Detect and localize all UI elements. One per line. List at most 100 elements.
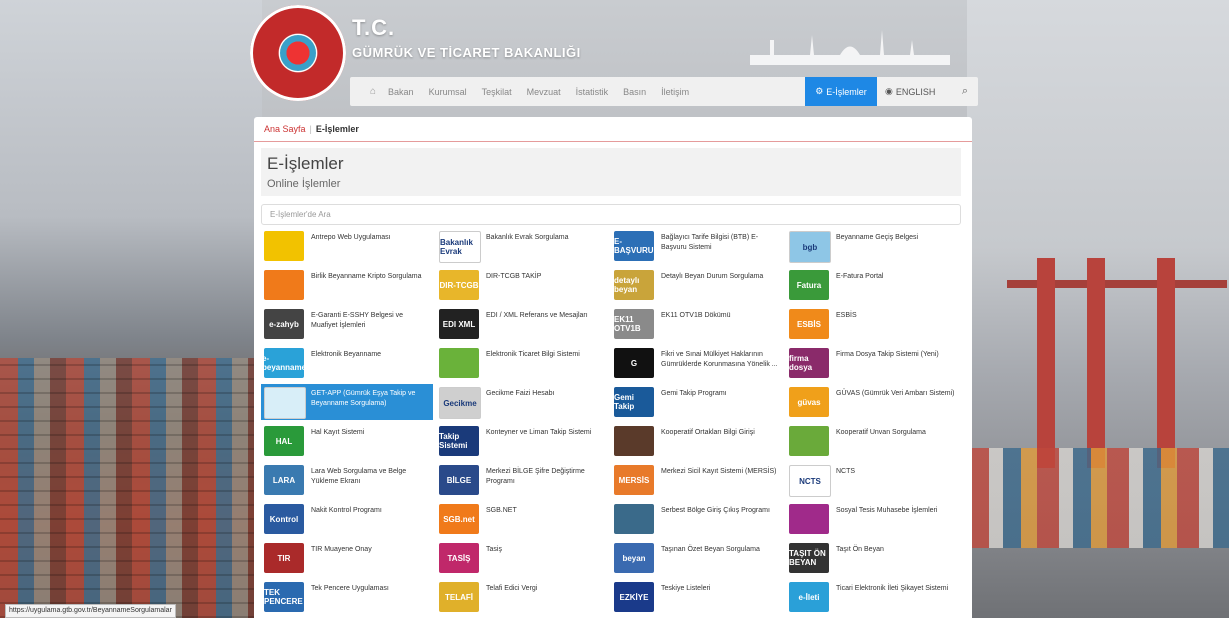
eislem-item-label: Kooperatif Ortakları Bilgi Girişi [661, 429, 755, 436]
eislem-item[interactable]: Birlik Beyanname Kripto Sorgulama [261, 267, 433, 303]
eislem-item-icon [789, 504, 829, 534]
background-container-lines [0, 358, 262, 618]
eislem-item[interactable]: Antrepo Web Uygulaması [261, 228, 433, 264]
eislem-item[interactable]: MERSİS Merkezi Sicil Kayıt Sistemi (MERSİ… [611, 462, 783, 498]
eislem-item-icon: LARA [264, 465, 304, 495]
nav-basin[interactable]: Basın [623, 87, 646, 97]
site-header: T.C. GÜMRÜK VE TİCARET BAKANLIĞI ⌂ Bakan… [245, 0, 980, 112]
nav-kurumsal[interactable]: Kurumsal [429, 87, 467, 97]
eislem-item-label: GET-APP (Gümrük Eşya Takip ve Beyanname … [311, 390, 416, 407]
eislem-item[interactable]: E-BAŞVURU Bağlayıcı Tarife Bilgisi (BTB) … [611, 228, 783, 264]
eislem-item[interactable]: EZKİYE Teskiye Listeleri [611, 579, 783, 615]
eislem-item-icon: güvas [789, 387, 829, 417]
eislem-item-label: Elektronik Beyanname [311, 351, 382, 358]
eislem-item-icon [614, 426, 654, 456]
eislem-item[interactable]: TIR TIR Muayene Onay [261, 540, 433, 576]
eislem-item-icon: firma dosya [789, 348, 829, 378]
eislem-item[interactable]: ESBİS ESBİS [786, 306, 958, 342]
eislem-item[interactable]: firma dosya Firma Dosya Takip Sistemi (Ye… [786, 345, 958, 381]
nav-istatistik[interactable]: İstatistik [576, 87, 609, 97]
eislem-item[interactable]: NCTS NCTS [786, 462, 958, 498]
english-link[interactable]: ◉ ENGLISH [885, 77, 935, 106]
eislem-item[interactable]: Serbest Bölge Giriş Çıkış Programı [611, 501, 783, 537]
eislem-item-label: Gecikme Faizi Hesabı [486, 390, 555, 397]
eislem-item-label: GÜVAS (Gümrük Veri Ambarı Sistemi) [836, 390, 955, 397]
page-title-box: E-İşlemler Online İşlemler [261, 148, 961, 196]
eislem-item[interactable]: detaylı beyan Detaylı Beyan Durum Sorgula… [611, 267, 783, 303]
eislem-item-label: Birlik Beyanname Kripto Sorgulama [311, 273, 422, 280]
eislem-item-label: E-Garanti E-SSHY Belgesi ve Muafiyet İşl… [311, 312, 404, 329]
eislem-item-label: Hal Kayıt Sistemi [311, 429, 365, 436]
eislem-item[interactable]: TASİŞ Tasiş [436, 540, 608, 576]
eislem-item[interactable]: HAL Hal Kayıt Sistemi [261, 423, 433, 459]
eislem-item-icon: TEK PENCERE [264, 582, 304, 612]
eislem-item-label: Taşıt Ön Beyan [836, 546, 884, 553]
eislem-item-icon: HAL [264, 426, 304, 456]
eislem-item[interactable]: BİLGE Merkezi BİLGE Şifre Değiştirme Prog… [436, 462, 608, 498]
globe-icon: ◉ [885, 86, 893, 96]
eislem-item[interactable]: Kooperatif Ortakları Bilgi Girişi [611, 423, 783, 459]
eislem-item-label: Bakanlık Evrak Sorgulama [486, 234, 569, 241]
eislem-item[interactable]: Fatura E-Fatura Portal [786, 267, 958, 303]
eislemler-search-input[interactable]: E-İşlemler'de Ara [261, 204, 961, 225]
eislem-item[interactable]: Sosyal Tesis Muhasebe İşlemleri [786, 501, 958, 537]
eislem-item[interactable]: DIR-TCGB DIR-TCGB TAKİP [436, 267, 608, 303]
eislem-item-icon: Bakanlık Evrak [439, 231, 481, 263]
eislem-item-label: Lara Web Sorgulama ve Belge Yükleme Ekra… [311, 468, 407, 485]
eislem-item-icon: EK11 OTV1B [614, 309, 654, 339]
eislem-item-label: Ticari Elektronik İleti Şikayet Sistemi [836, 585, 949, 592]
eislem-item-icon: detaylı beyan [614, 270, 654, 300]
eislem-item[interactable]: SGB.net SGB.NET [436, 501, 608, 537]
eislem-item[interactable]: TEK PENCERE Tek Pencere Uygulaması [261, 579, 433, 615]
site-title[interactable]: T.C. [352, 15, 395, 41]
eislem-item[interactable]: e-beyanname Elektronik Beyanname [261, 345, 433, 381]
eislemler-button[interactable]: ⚙ E-İşlemler [805, 77, 877, 106]
eislem-item[interactable]: TELAFİ Telafi Edici Vergi [436, 579, 608, 615]
eislem-item[interactable]: Bakanlık Evrak Bakanlık Evrak Sorgulama [436, 228, 608, 264]
eislem-item[interactable]: beyan Taşınan Özet Beyan Sorgulama [611, 540, 783, 576]
eislem-item-label: TIR Muayene Onay [311, 546, 372, 553]
eislem-item[interactable]: Kooperatif Unvan Sorgulama [786, 423, 958, 459]
nav-iletisim[interactable]: İletişim [661, 87, 689, 97]
eislem-item-icon: TELAFİ [439, 582, 479, 612]
ministry-logo[interactable] [250, 5, 346, 101]
eislem-item-icon: E-BAŞVURU [614, 231, 654, 261]
eislem-item[interactable]: Kontrol Nakit Kontrol Programı [261, 501, 433, 537]
eislem-item[interactable]: bgb Beyanname Geçiş Belgesi [786, 228, 958, 264]
eislem-item-icon: G [614, 348, 654, 378]
eislem-item[interactable]: EDI XML EDI / XML Referans ve Mesajları [436, 306, 608, 342]
eislem-item-icon [614, 504, 654, 534]
eislem-item-label: Tasiş [486, 546, 502, 553]
skyline-icon [750, 30, 950, 65]
eislem-item[interactable]: LARA Lara Web Sorgulama ve Belge Yükleme … [261, 462, 433, 498]
nav-mevzuat[interactable]: Mevzuat [527, 87, 561, 97]
eislem-item-label: Telafi Edici Vergi [486, 585, 538, 592]
eislem-item[interactable]: Gecikme Gecikme Faizi Hesabı [436, 384, 608, 420]
search-icon[interactable]: ⌕ [962, 77, 968, 106]
home-icon[interactable]: ⌂ [370, 86, 376, 97]
breadcrumb-home[interactable]: Ana Sayfa [264, 124, 306, 134]
eislem-item-icon [789, 426, 829, 456]
eislem-item-label: Kooperatif Unvan Sorgulama [836, 429, 926, 436]
eislem-item-icon: Fatura [789, 270, 829, 300]
eislem-item[interactable]: e-İleti Ticari Elektronik İleti Şikayet S… [786, 579, 958, 615]
eislem-item[interactable]: G Fikri ve Sınai Mülkiyet Haklarının Gümr… [611, 345, 783, 381]
eislem-item[interactable]: e-zahyb E-Garanti E-SSHY Belgesi ve Muafi… [261, 306, 433, 342]
eislem-item-icon: TASİŞ [439, 543, 479, 573]
background-right [967, 0, 1229, 618]
eislem-item-label: Elektronik Ticaret Bilgi Sistemi [486, 351, 580, 358]
nav-bakan[interactable]: Bakan [388, 87, 414, 97]
eislem-item[interactable]: Gemi Takip Gemi Takip Programı [611, 384, 783, 420]
nav-teskilat[interactable]: Teşkilat [482, 87, 512, 97]
eislem-item-label: Taşınan Özet Beyan Sorgulama [661, 546, 760, 553]
eislem-item[interactable]: güvas GÜVAS (Gümrük Veri Ambarı Sistemi) [786, 384, 958, 420]
site-subtitle[interactable]: GÜMRÜK VE TİCARET BAKANLIĞI [352, 45, 581, 60]
eislem-item[interactable]: Takip Sistemi Konteyner ve Liman Takip Si… [436, 423, 608, 459]
background-left [0, 0, 262, 618]
eislem-item[interactable]: TAŞIT ÖN BEYAN Taşıt Ön Beyan [786, 540, 958, 576]
eislem-item[interactable]: Elektronik Ticaret Bilgi Sistemi [436, 345, 608, 381]
eislem-item[interactable]: GET-APP (Gümrük Eşya Takip ve Beyanname … [261, 384, 433, 420]
eislem-item[interactable]: EK11 OTV1B EK11 OTV1B Dökümü [611, 306, 783, 342]
eislem-item-icon [264, 387, 306, 419]
crane [1157, 258, 1175, 468]
